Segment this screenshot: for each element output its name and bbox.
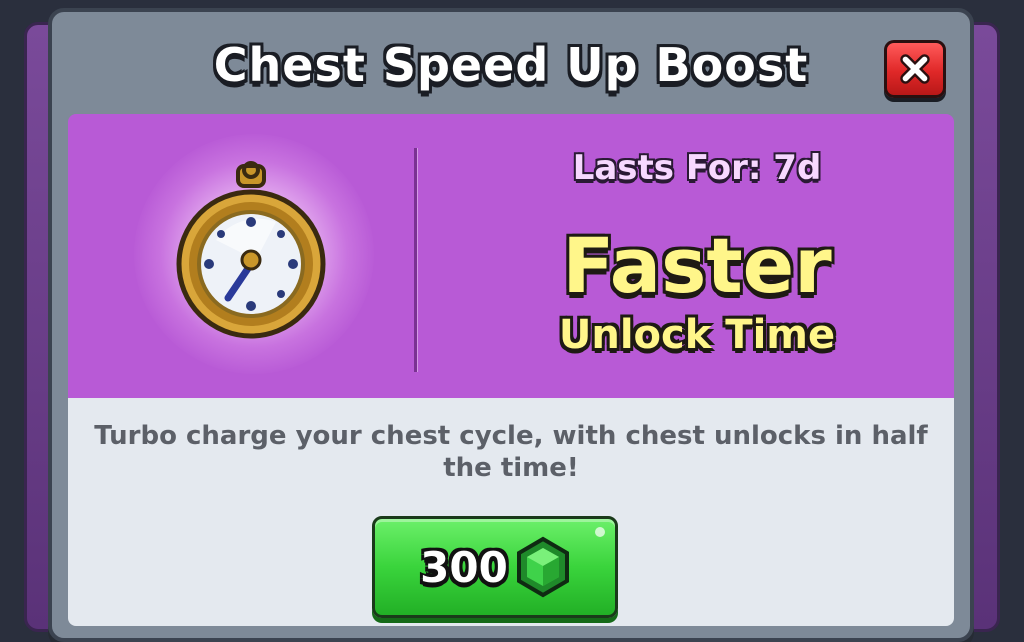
dialog-content: Lasts For: 7d Faster Unlock Time Turbo c… [68, 114, 954, 626]
boost-description: Turbo charge your chest cycle, with ches… [94, 421, 928, 483]
price-label: 300 [420, 542, 508, 592]
close-x-icon [900, 54, 930, 84]
duration-label: Lasts For: 7d [572, 148, 822, 188]
buy-button[interactable]: 300 [372, 516, 618, 618]
dialog-title: Chest Speed Up Boost [213, 38, 809, 92]
boost-dialog: Chest Speed Up Boost Lasts For: 7d Faste… [48, 8, 974, 642]
boost-headline: Faster [562, 221, 832, 310]
hero-banner: Lasts For: 7d Faster Unlock Time [68, 114, 954, 398]
details-section: Turbo charge your chest cycle, with ches… [68, 398, 954, 626]
stopwatch-icon [176, 161, 326, 339]
close-button[interactable] [884, 40, 946, 98]
gem-icon [516, 536, 569, 598]
boost-subheadline: Unlock Time [558, 312, 836, 358]
button-sheen [595, 527, 605, 537]
hero-divider [414, 148, 418, 372]
